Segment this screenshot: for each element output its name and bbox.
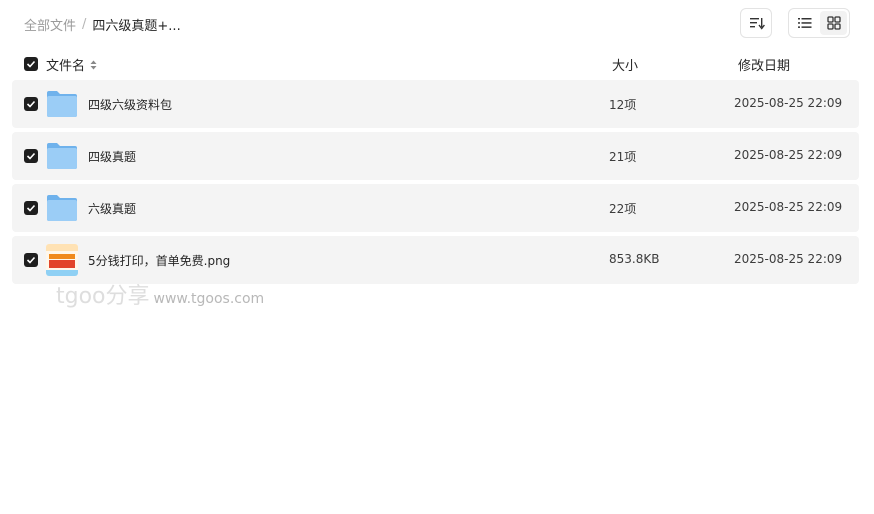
column-name-label: 文件名 — [46, 59, 86, 74]
folder-icon — [47, 91, 77, 117]
file-row[interactable]: 六级真题 22项 2025-08-25 22:09 — [12, 184, 859, 232]
file-size: 12项 — [609, 98, 637, 112]
file-name[interactable]: 六级真题 — [88, 200, 136, 217]
file-browser: 全部文件 / 四六级真题+... 文件名 大小 修改日期 四级六级资料包 12项… — [0, 0, 874, 514]
column-date-header[interactable]: 修改日期 — [738, 55, 790, 74]
checkmark-icon — [26, 152, 36, 160]
file-name[interactable]: 四级六级资料包 — [88, 96, 172, 113]
file-row[interactable]: 四级六级资料包 12项 2025-08-25 22:09 — [12, 80, 859, 128]
breadcrumb-separator: / — [82, 16, 87, 32]
view-switch — [788, 8, 850, 38]
column-header: 文件名 大小 修改日期 — [12, 52, 859, 76]
file-size: 21项 — [609, 150, 637, 164]
row-checkbox[interactable] — [24, 253, 38, 267]
file-date: 2025-08-25 22:09 — [734, 200, 843, 214]
list-view-icon — [797, 18, 811, 28]
file-name[interactable]: 四级真题 — [88, 148, 136, 165]
breadcrumb: 全部文件 / 四六级真题+... — [24, 14, 181, 34]
file-date: 2025-08-25 22:09 — [734, 96, 843, 110]
file-row[interactable]: 5分钱打印，首单免费.png 853.8KB 2025-08-25 22:09 — [12, 236, 859, 284]
file-size: 853.8KB — [609, 252, 660, 266]
checkmark-icon — [26, 100, 36, 108]
checkmark-icon — [26, 256, 36, 264]
file-date: 2025-08-25 22:09 — [734, 252, 843, 266]
row-checkbox[interactable] — [24, 149, 38, 163]
column-name-header[interactable]: 文件名 — [46, 55, 97, 74]
row-checkbox[interactable] — [24, 97, 38, 111]
breadcrumb-current: 四六级真题+... — [92, 18, 181, 34]
sort-button[interactable] — [740, 8, 772, 38]
sort-caret-icon — [90, 60, 97, 69]
grid-view-icon — [826, 16, 841, 30]
sort-lines-icon — [750, 18, 765, 30]
checkmark-icon — [26, 60, 36, 68]
file-date: 2025-08-25 22:09 — [734, 148, 843, 162]
file-row[interactable]: 四级真题 21项 2025-08-25 22:09 — [12, 132, 859, 180]
column-size-header[interactable]: 大小 — [612, 55, 638, 74]
file-name[interactable]: 5分钱打印，首单免费.png — [88, 252, 230, 269]
file-size: 22项 — [609, 202, 637, 216]
list-view-button[interactable] — [791, 11, 818, 35]
row-checkbox[interactable] — [24, 201, 38, 215]
checkmark-icon — [26, 204, 36, 212]
watermark: tgoo分享 www.tgoos.com — [56, 278, 264, 310]
folder-icon — [47, 143, 77, 169]
breadcrumb-root[interactable]: 全部文件 — [24, 15, 76, 34]
select-all-checkbox[interactable] — [24, 57, 38, 71]
image-thumbnail-icon — [46, 244, 78, 276]
grid-view-button[interactable] — [820, 11, 847, 35]
folder-icon — [47, 195, 77, 221]
watermark-url: www.tgoos.com — [153, 291, 265, 307]
watermark-logo: tgoo分享 — [56, 284, 150, 309]
